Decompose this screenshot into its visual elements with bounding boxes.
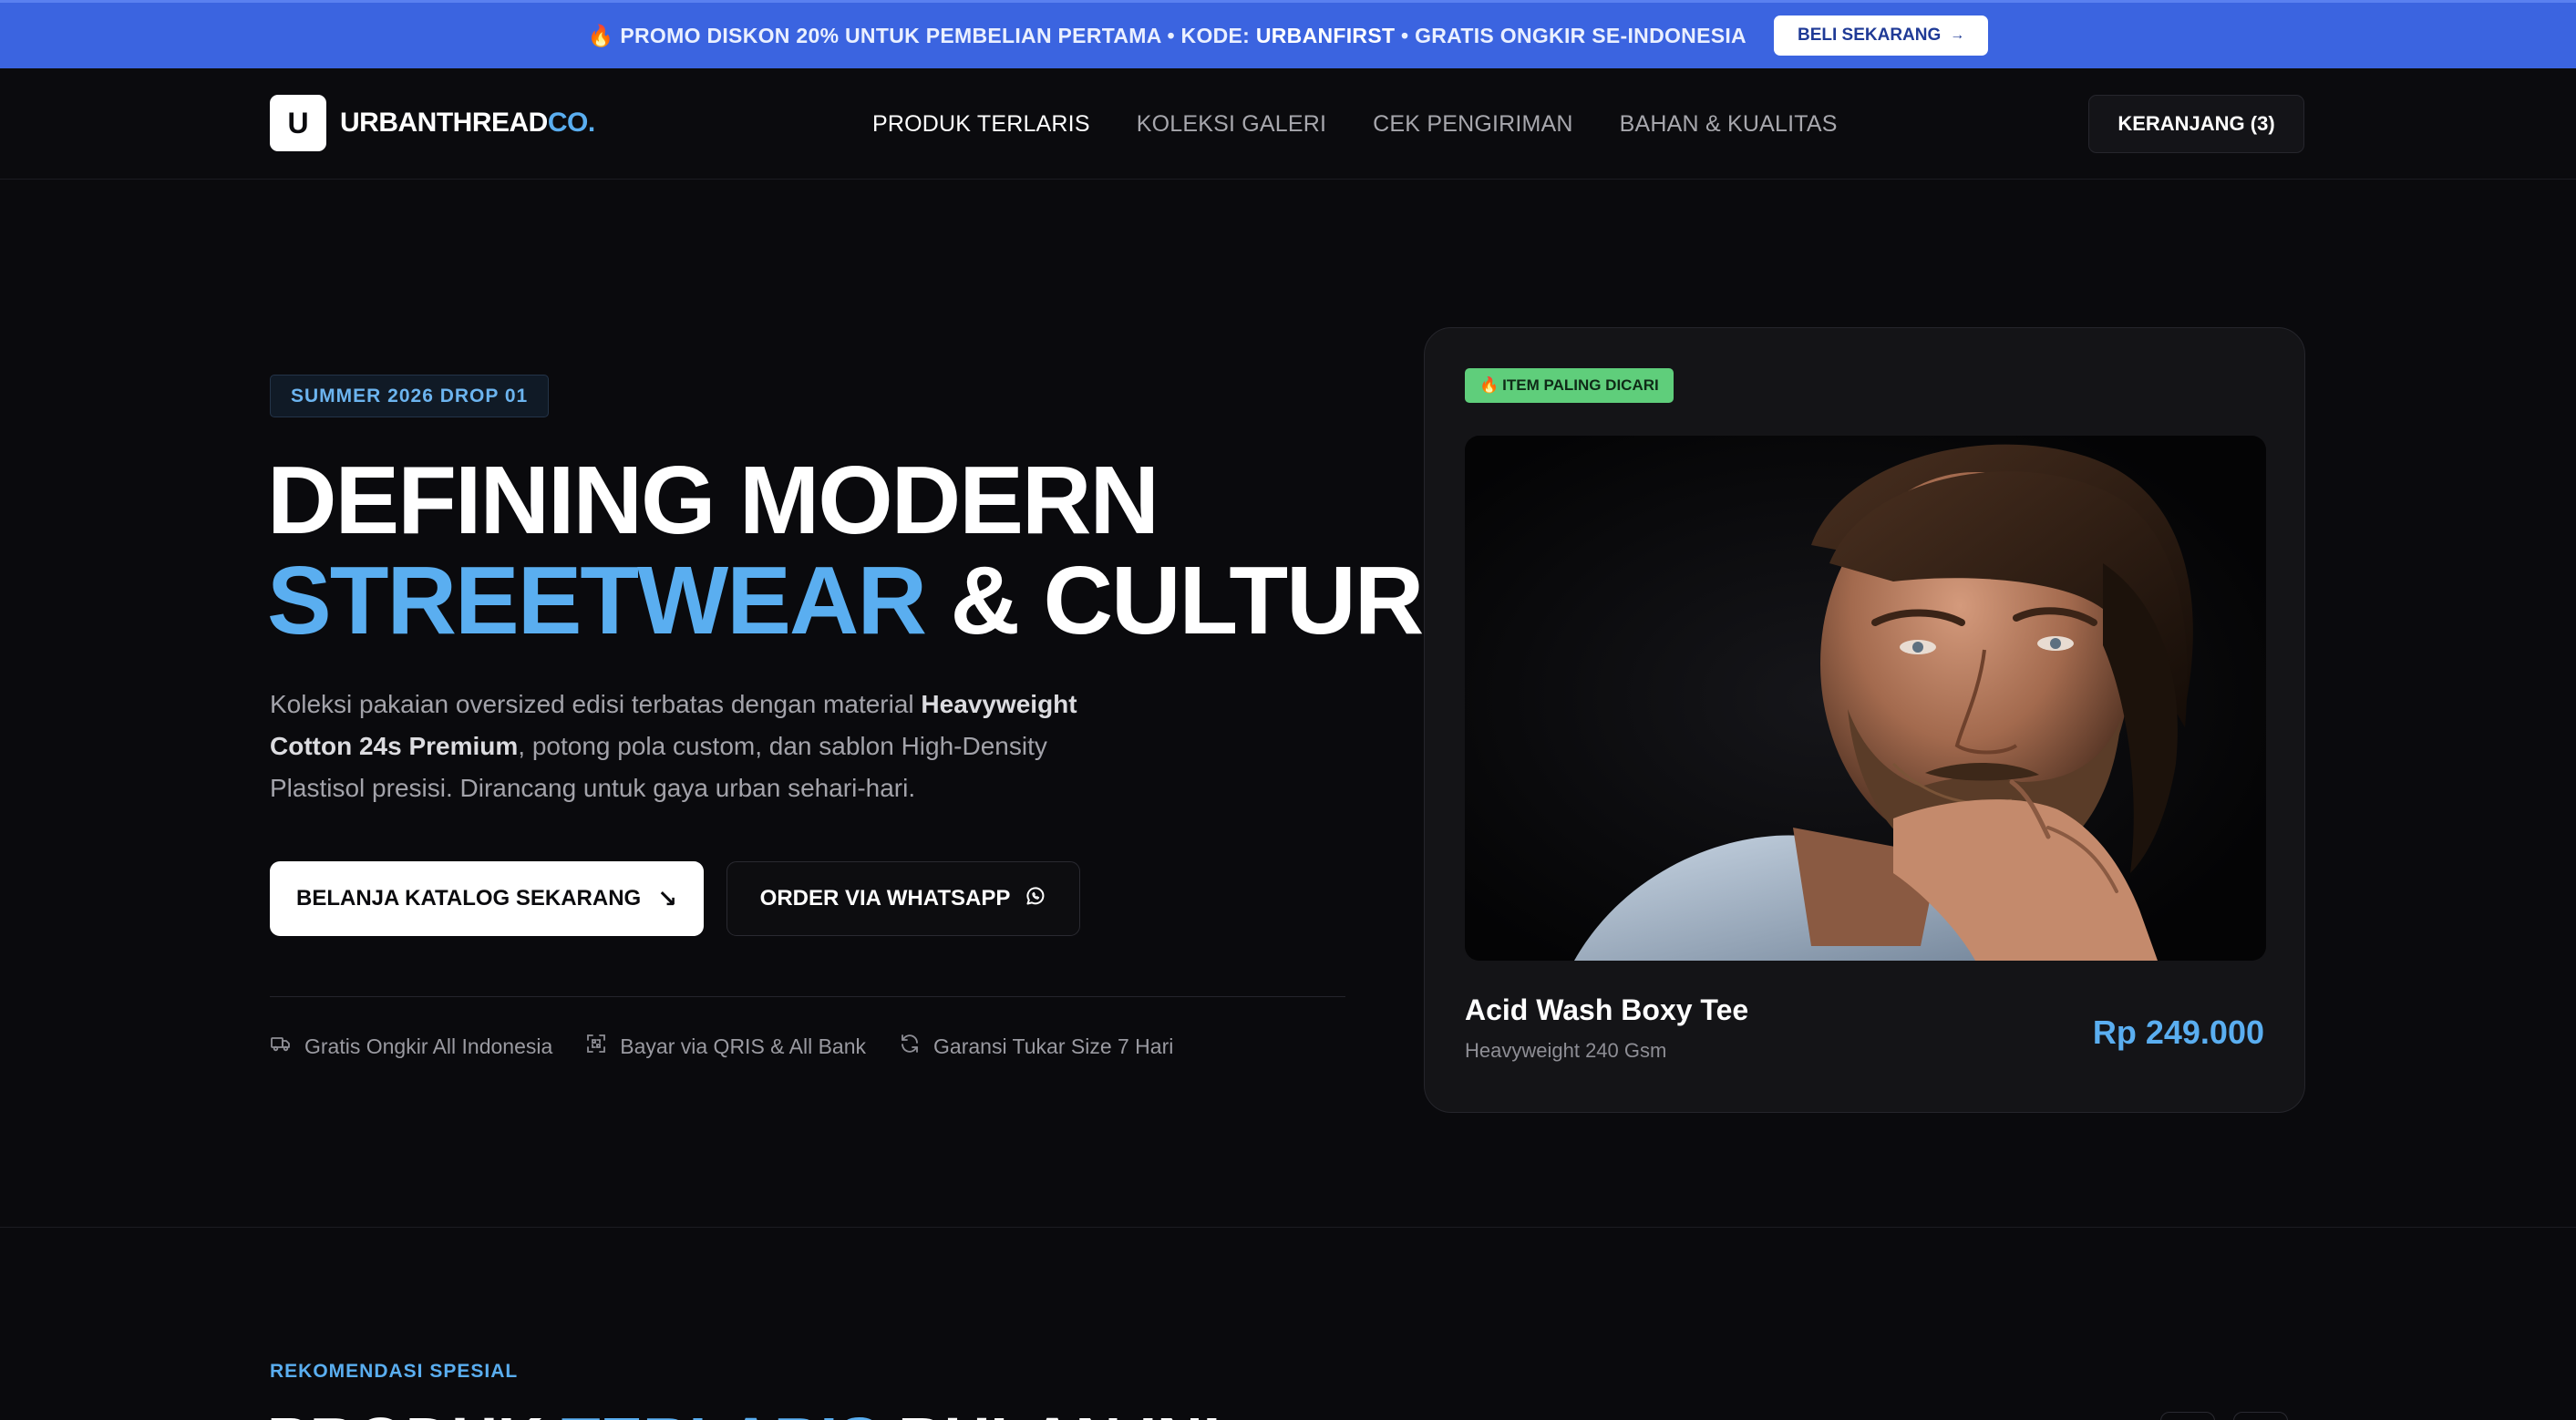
brand-logo[interactable]: U URBANTHREADCO. bbox=[270, 95, 595, 151]
arrow-down-right-icon: ↘ bbox=[657, 884, 678, 912]
portrait-image bbox=[1465, 436, 2266, 961]
section-divider bbox=[0, 1227, 2576, 1228]
section-title-highlight: TERLARIS bbox=[562, 1405, 881, 1420]
nav-item-koleksi-galeri[interactable]: KOLEKSI GALERI bbox=[1137, 111, 1326, 138]
nav-item-bahan-kualitas[interactable]: BAHAN & KUALITAS bbox=[1620, 111, 1838, 138]
qr-code-icon bbox=[585, 1033, 607, 1060]
headline-line-1: DEFINING MODERN bbox=[267, 447, 1159, 554]
promo-text-after: • GRATIS ONGKIR SE-INDONESIA bbox=[1395, 23, 1747, 47]
logo-mark: U bbox=[270, 95, 326, 151]
nav-item-produk-terlaris[interactable]: PRODUK TERLARIS bbox=[872, 111, 1090, 138]
promo-buy-label: BELI SEKARANG bbox=[1797, 26, 1942, 45]
site-header: U URBANTHREADCO. PRODUK TERLARIS KOLEKSI… bbox=[0, 68, 2576, 180]
refresh-icon bbox=[899, 1033, 921, 1060]
carousel-controls bbox=[2160, 1412, 2288, 1420]
feature-label: Garansi Tukar Size 7 Hari bbox=[933, 1034, 1174, 1058]
feature-label: Gratis Ongkir All Indonesia bbox=[304, 1034, 553, 1058]
section-title: PRODUK TERLARIS BULAN INI bbox=[267, 1404, 1221, 1420]
promo-text-before: PROMO DISKON 20% UNTUK PEMBELIAN PERTAMA… bbox=[620, 23, 1256, 47]
logo-name: URBANTHREAD bbox=[340, 108, 548, 138]
nav-item-cek-pengiriman[interactable]: CEK PENGIRIMAN bbox=[1373, 111, 1573, 138]
section-title-part-1: PRODUK bbox=[267, 1405, 562, 1420]
feature-item-guarantee: Garansi Tukar Size 7 Hari bbox=[899, 1033, 1173, 1060]
feature-label: Bayar via QRIS & All Bank bbox=[620, 1034, 867, 1058]
section-title-part-2: BULAN INI bbox=[881, 1405, 1221, 1420]
product-subtitle: Heavyweight 240 Gsm bbox=[1465, 1039, 1667, 1062]
season-badge: SUMMER 2026 DROP 01 bbox=[270, 375, 550, 417]
truck-icon bbox=[270, 1033, 292, 1060]
section-label: REKOMENDASI SPESIAL bbox=[270, 1361, 519, 1382]
fire-emoji: 🔥 bbox=[587, 23, 614, 47]
arrow-right-icon: → bbox=[1950, 27, 1965, 43]
hot-item-label: ITEM PALING DICARI bbox=[1502, 376, 1659, 394]
carousel-next-button[interactable] bbox=[2233, 1412, 2288, 1420]
headline-rest: & CULTURE. bbox=[925, 547, 1511, 654]
product-price: Rp 249.000 bbox=[2092, 1014, 2264, 1051]
feature-item-payment: Bayar via QRIS & All Bank bbox=[585, 1033, 866, 1060]
promo-buy-button[interactable]: BELI SEKARANG → bbox=[1773, 15, 1989, 56]
fire-emoji: 🔥 bbox=[1479, 376, 1499, 394]
promo-bar: 🔥 PROMO DISKON 20% UNTUK PEMBELIAN PERTA… bbox=[0, 0, 2576, 68]
hero-headline: DEFINING MODERN STREETWEAR & CULTURE. bbox=[267, 447, 1511, 654]
order-whatsapp-label: ORDER VIA WHATSAPP bbox=[759, 886, 1011, 911]
main-nav: PRODUK TERLARIS KOLEKSI GALERI CEK PENGI… bbox=[872, 68, 1838, 180]
promo-code: URBANFIRST bbox=[1255, 23, 1396, 47]
feature-item-shipping: Gratis Ongkir All Indonesia bbox=[270, 1033, 552, 1060]
logo-wordmark: URBANTHREADCO. bbox=[340, 108, 595, 139]
order-whatsapp-button[interactable]: ORDER VIA WHATSAPP bbox=[726, 861, 1080, 936]
feature-list: Gratis Ongkir All Indonesia Bayar via QR… bbox=[270, 1033, 1173, 1060]
product-name[interactable]: Acid Wash Boxy Tee bbox=[1465, 993, 1748, 1027]
shop-catalog-label: BELANJA KATALOG SEKARANG bbox=[295, 886, 642, 911]
cart-button[interactable]: KERANJANG (3) bbox=[2088, 95, 2304, 153]
hot-item-badge: 🔥 ITEM PALING DICARI bbox=[1465, 368, 1674, 403]
hero-divider bbox=[270, 996, 1345, 997]
desc-part-1: Koleksi pakaian oversized edisi terbatas… bbox=[270, 690, 922, 718]
promo-text: 🔥 PROMO DISKON 20% UNTUK PEMBELIAN PERTA… bbox=[588, 24, 1747, 48]
shop-catalog-button[interactable]: BELANJA KATALOG SEKARANG ↘ bbox=[270, 861, 704, 936]
headline-highlight: STREETWEAR bbox=[267, 547, 927, 654]
featured-product-card[interactable]: 🔥 ITEM PALING DICARI Acid Wash Boxy Tee … bbox=[1424, 327, 2305, 1113]
product-photo[interactable] bbox=[1465, 436, 2266, 961]
logo-suffix: CO. bbox=[547, 108, 595, 138]
hero-description: Koleksi pakaian oversized edisi terbatas… bbox=[270, 684, 1118, 809]
carousel-prev-button[interactable] bbox=[2160, 1412, 2215, 1420]
whatsapp-icon bbox=[1025, 885, 1046, 913]
